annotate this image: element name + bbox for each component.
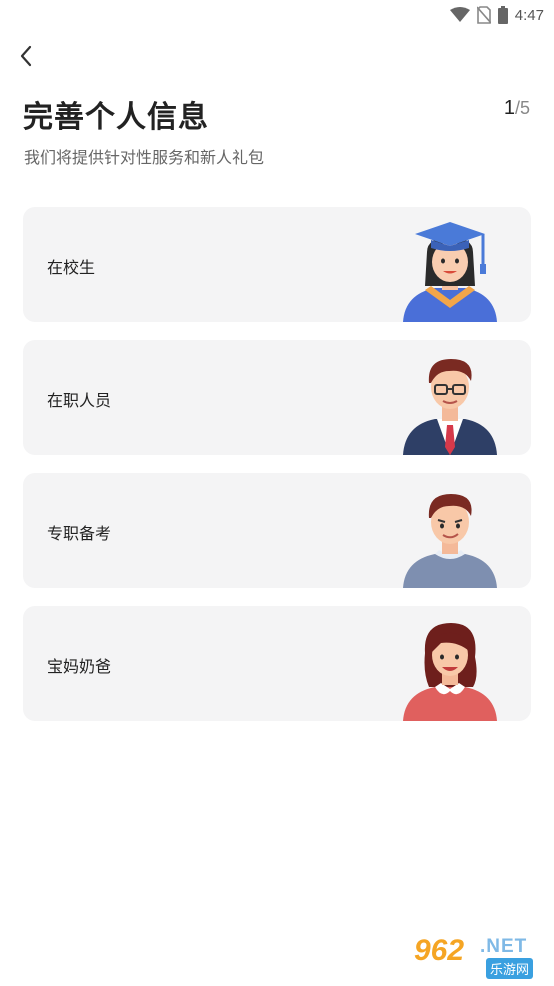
step-current: 1 bbox=[503, 97, 515, 119]
option-card-student[interactable]: 在校生 bbox=[23, 207, 531, 322]
watermark-net: .NET bbox=[480, 936, 528, 957]
graduate-avatar-icon bbox=[403, 222, 497, 322]
option-label: 在职人员 bbox=[47, 391, 112, 410]
office-worker-avatar-icon bbox=[403, 359, 497, 455]
step-total: /5 bbox=[514, 98, 530, 118]
watermark-logo: 962 .NET 乐游网 bbox=[414, 934, 546, 979]
no-sim-icon bbox=[476, 6, 491, 24]
page-subtitle: 我们将提供针对性服务和新人礼包 bbox=[24, 148, 265, 167]
option-card-employed[interactable]: 在职人员 bbox=[23, 340, 531, 455]
parent-avatar-icon bbox=[403, 623, 497, 721]
step-indicator: 1/5 bbox=[504, 97, 530, 120]
status-icons: 4:47 bbox=[449, 5, 544, 25]
status-bar: 4:47 bbox=[0, 0, 554, 30]
option-card-parent[interactable]: 宝妈奶爸 bbox=[23, 606, 531, 721]
watermark-site: 乐游网 bbox=[486, 958, 534, 979]
identity-options: 在校生 在职人员 专职备考 宝妈奶爸 bbox=[23, 207, 531, 739]
student-prep-avatar-icon bbox=[403, 494, 497, 588]
option-label: 宝妈奶爸 bbox=[47, 657, 112, 676]
option-label: 在校生 bbox=[47, 258, 96, 277]
back-button[interactable] bbox=[12, 42, 40, 70]
option-card-fulltime-prep[interactable]: 专职备考 bbox=[23, 473, 531, 588]
clock-time: 4:47 bbox=[514, 6, 544, 24]
battery-icon bbox=[497, 6, 508, 24]
page-title: 完善个人信息 bbox=[23, 100, 209, 135]
chevron-left-icon bbox=[20, 45, 32, 67]
option-label: 专职备考 bbox=[47, 524, 112, 543]
watermark-number: 962 bbox=[414, 934, 465, 967]
wifi-icon bbox=[449, 7, 470, 23]
